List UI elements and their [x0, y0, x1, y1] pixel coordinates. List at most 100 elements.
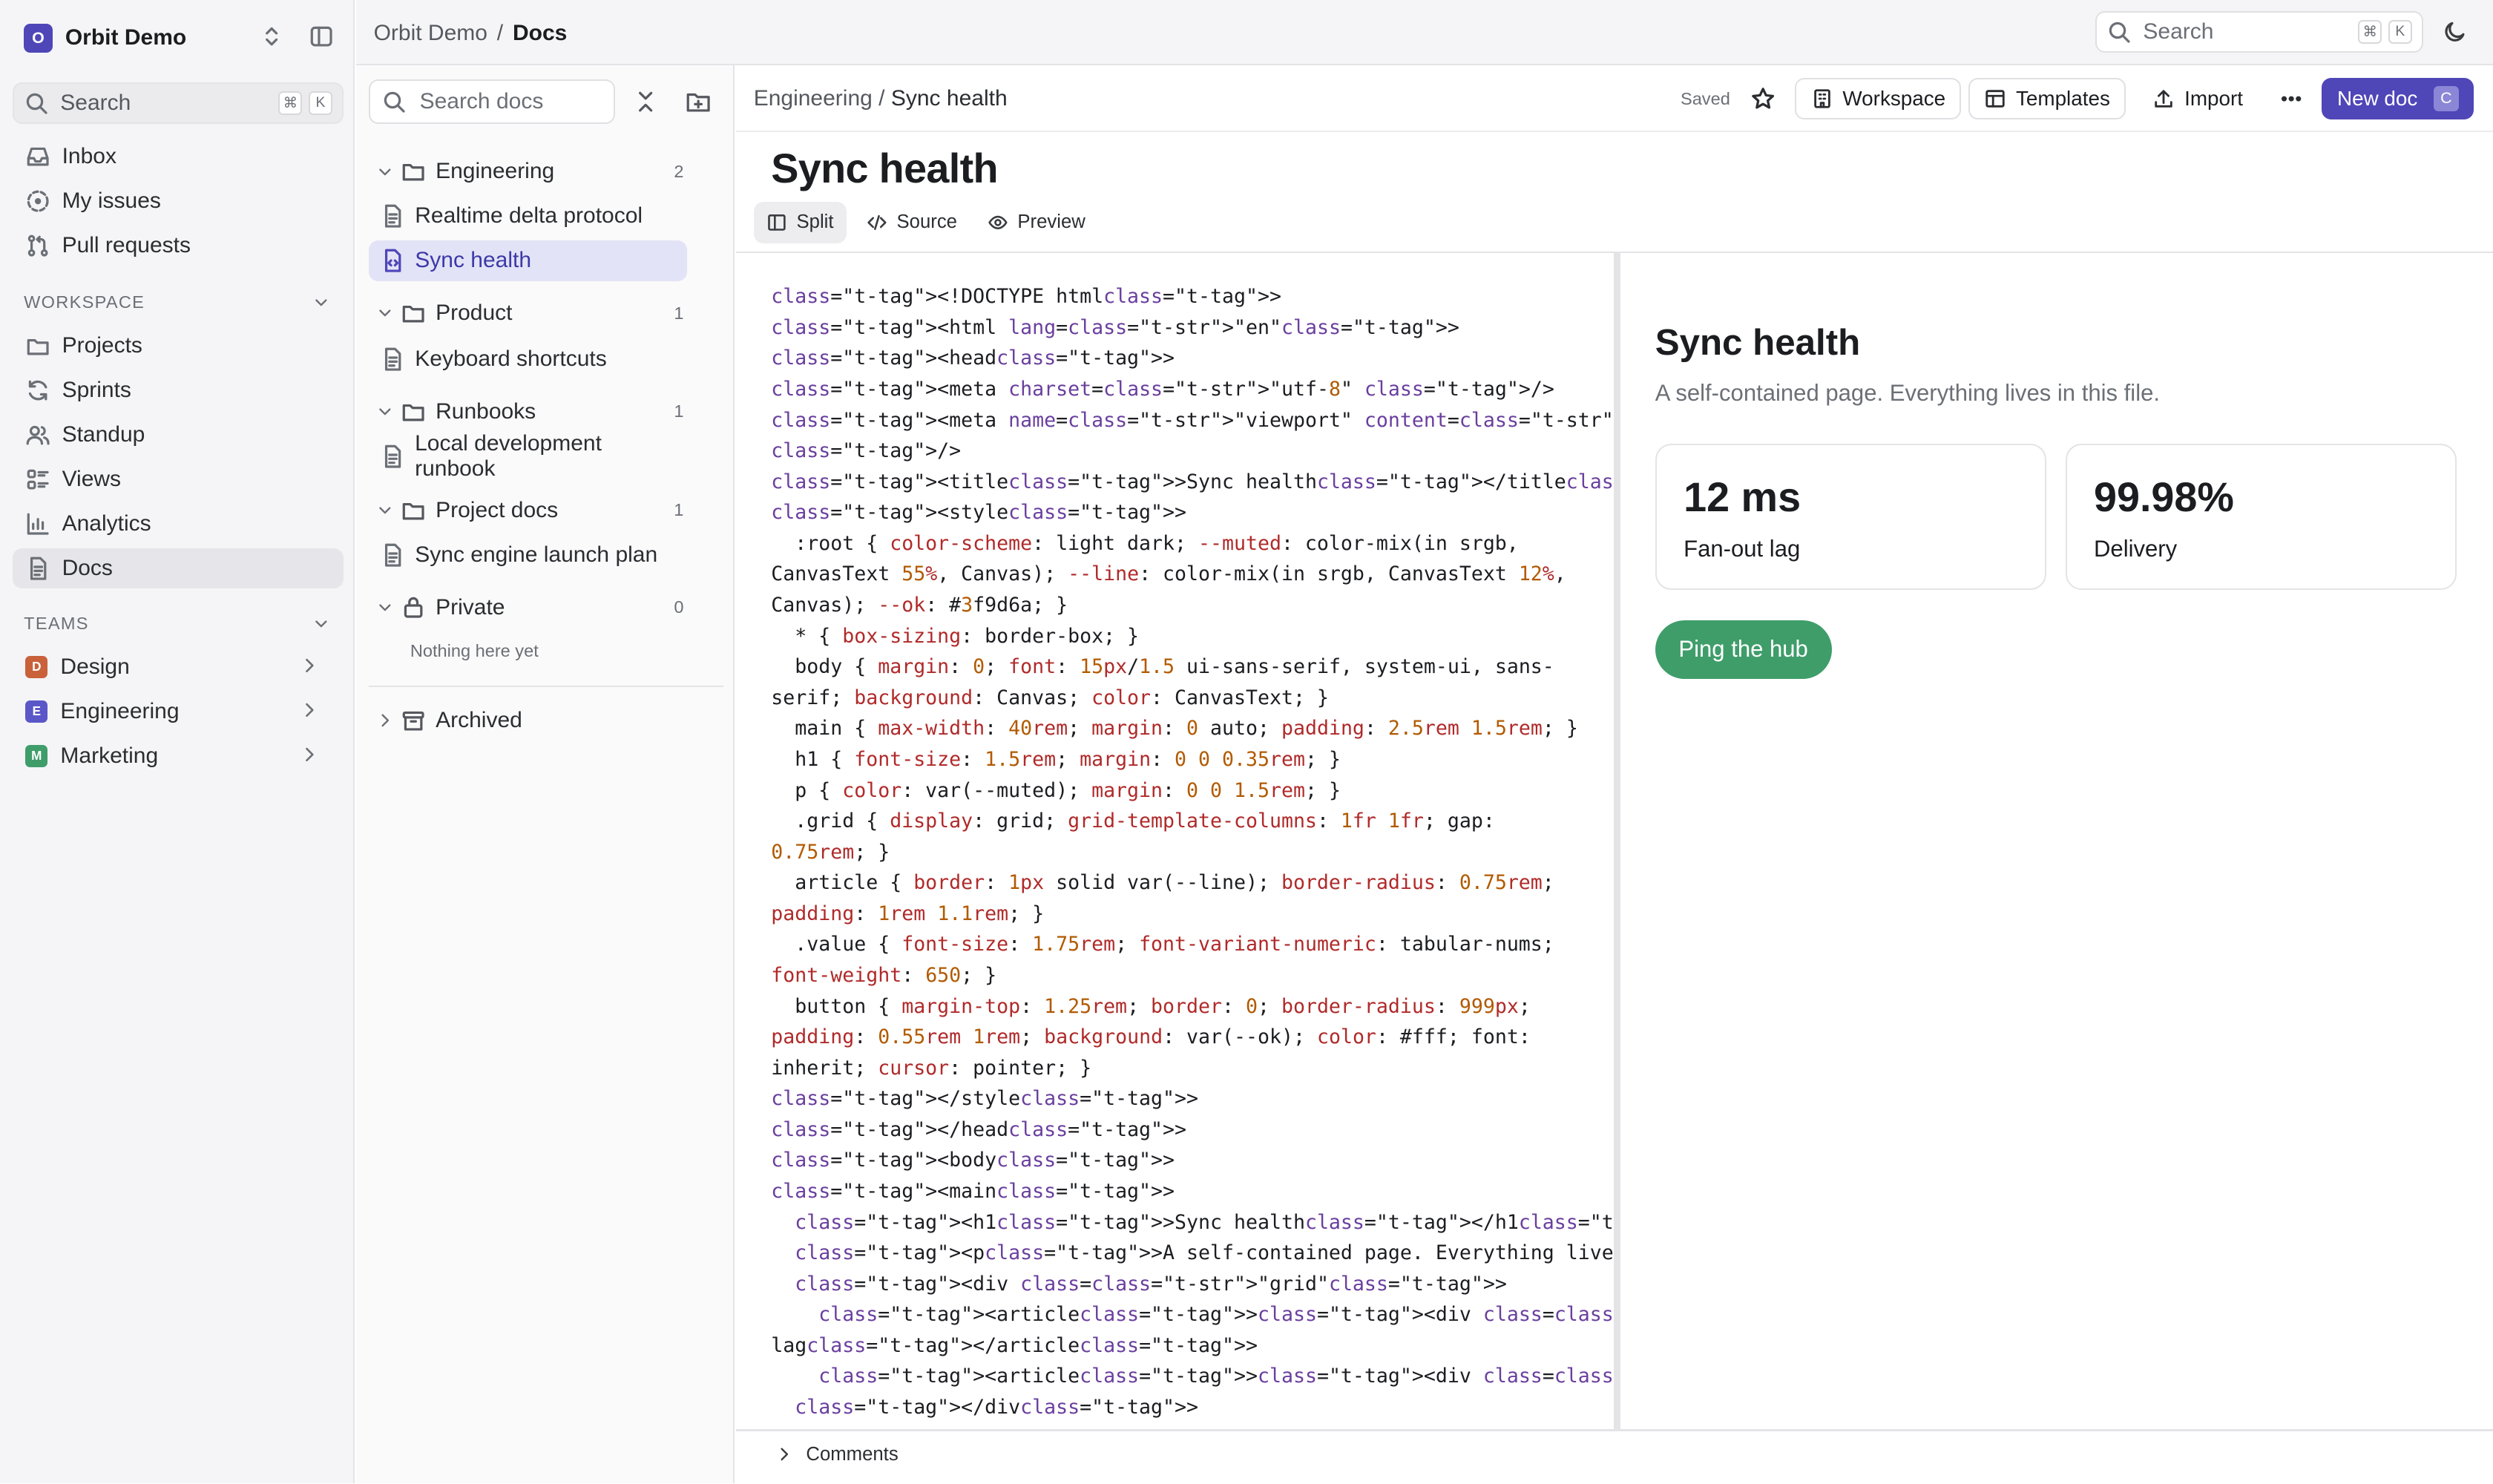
- tab-label: Split: [796, 211, 834, 233]
- code-line: 0.75rem; }: [771, 840, 890, 864]
- document-icon: [30, 556, 47, 580]
- code-line: inherit; cursor: pointer; }: [771, 1056, 1092, 1080]
- sidebar-item-docs[interactable]: Docs: [13, 548, 344, 588]
- sidebar-item-sprints[interactable]: Sprints: [13, 370, 344, 410]
- code-line: p { color: var(--muted); margin: 0 0 1.5…: [771, 778, 1341, 802]
- code-line: class="t-tag"></styleclass="t-tag">>: [771, 1087, 1199, 1111]
- tab-preview[interactable]: Preview: [975, 202, 1098, 243]
- code-line: font-weight: 650; }: [771, 963, 997, 987]
- views-icon: [27, 469, 49, 490]
- new-folder-icon[interactable]: [686, 89, 711, 121]
- new-doc-shortcut: C: [2433, 85, 2460, 111]
- ping-hub-button[interactable]: Ping the hub: [1655, 620, 1832, 679]
- folder-engineering[interactable]: Engineering 2: [375, 154, 694, 189]
- search-icon: [2109, 22, 2130, 43]
- sidebar-item-label: Projects: [62, 333, 142, 358]
- workspace-section-label: WORKSPACE: [24, 292, 145, 312]
- code-line: class="t-tag"><articleclass="t-tag">>cla…: [818, 1303, 1614, 1327]
- doc-title: Sync health: [415, 248, 532, 273]
- breadcrumb-workspace[interactable]: Orbit Demo: [374, 21, 487, 46]
- docs-tree-panel: Search docs Engineering 2 Realtime delta…: [356, 65, 735, 1484]
- sidebar-item-analytics[interactable]: Analytics: [13, 504, 344, 544]
- archived-section[interactable]: Archived: [375, 703, 694, 738]
- tab-split[interactable]: Split: [753, 202, 847, 243]
- code-line: body { margin: 0; font: 15px/1.5 ui-sans…: [771, 655, 1554, 679]
- tab-source[interactable]: Source: [854, 202, 970, 243]
- folder-count: 0: [674, 597, 684, 617]
- doc-breadcrumb-parent[interactable]: Engineering: [754, 86, 873, 111]
- doc-title: Local development runbook: [415, 430, 602, 481]
- chevron-right-icon: [305, 703, 314, 717]
- sidebar-item-pull-requests[interactable]: Pull requests: [13, 226, 344, 266]
- new-doc-button[interactable]: New doc C: [2321, 77, 2474, 119]
- team-label: Engineering: [60, 698, 180, 723]
- star-icon[interactable]: [1750, 86, 1776, 118]
- chart-icon: [27, 513, 49, 535]
- sidebar-item-standup[interactable]: Standup: [13, 415, 344, 455]
- doc-item[interactable]: Local development runbook: [369, 431, 687, 481]
- sidebar-team-design[interactable]: D Design: [13, 647, 344, 687]
- docs-search-input[interactable]: Search docs: [369, 79, 616, 125]
- folder-product[interactable]: Product 1: [375, 296, 694, 331]
- folder-project-docs[interactable]: Project docs 1: [375, 493, 683, 528]
- workspace-button[interactable]: Workspace: [1795, 77, 1962, 119]
- more-options-icon[interactable]: [2279, 86, 2304, 118]
- code-line: class="t-tag">/>: [771, 439, 962, 463]
- preview-subtitle: A self-contained page. Everything lives …: [1655, 380, 2160, 407]
- team-badge: E: [25, 700, 48, 723]
- code-line: class="t-tag"><mainclass="t-tag">>: [771, 1180, 1175, 1204]
- teams-section-label: TEAMS: [24, 614, 89, 634]
- lock-icon: [404, 597, 423, 619]
- preview-metric-card: 99.98% Delivery: [2065, 443, 2457, 590]
- folder-runbooks[interactable]: Runbooks 1: [375, 394, 694, 429]
- chevron-up-down-icon[interactable]: [259, 24, 284, 56]
- code-line: padding: 1rem 1.1rem; }: [771, 902, 1045, 925]
- sidebar-toggle-icon[interactable]: [309, 24, 334, 56]
- folder-count: 1: [674, 401, 684, 421]
- folder-icon: [402, 502, 424, 520]
- sidebar-item-views[interactable]: Views: [13, 459, 344, 499]
- doc-item[interactable]: Keyboard shortcuts: [369, 338, 687, 380]
- code-line: class="t-tag"><meta charset=class="t-str…: [771, 377, 1554, 401]
- sidebar-item-my-issues[interactable]: My issues: [13, 181, 344, 221]
- comments-toggle[interactable]: Comments: [775, 1444, 899, 1465]
- doc-breadcrumb-separator: /: [878, 85, 885, 111]
- source-code[interactable]: class="t-tag"><!DOCTYPE htmlclass="t-tag…: [771, 281, 1614, 1422]
- folder-count: 1: [674, 500, 684, 520]
- sidebar-team-marketing[interactable]: M Marketing: [13, 736, 344, 776]
- chevron-down-icon: [378, 309, 391, 317]
- global-search[interactable]: Search ⌘ K: [2095, 11, 2423, 53]
- templates-button[interactable]: Templates: [1968, 77, 2126, 119]
- code-line: class="t-tag"><div class=class="t-str">"…: [795, 1272, 1507, 1296]
- doc-editor-area: Engineering / Sync health Saved Workspac…: [736, 65, 2493, 1484]
- teams-section-header[interactable]: TEAMS: [24, 614, 331, 634]
- sprint-icon: [29, 380, 47, 401]
- sidebar-item-projects[interactable]: Projects: [13, 326, 344, 366]
- code-line: article { border: 1px solid var(--line);…: [771, 871, 1554, 895]
- metric-value: 99.98%: [2093, 474, 2234, 521]
- folder-private[interactable]: Private 0: [375, 590, 694, 625]
- doc-item[interactable]: Realtime delta protocol: [369, 196, 687, 237]
- doc-title[interactable]: Sync health: [771, 145, 998, 192]
- sidebar-search[interactable]: Search ⌘ K: [13, 82, 344, 125]
- code-line: .grid { display: grid; grid-template-col…: [771, 810, 1495, 833]
- code-line: class="t-tag"><headclass="t-tag">>: [771, 347, 1175, 370]
- source-editor[interactable]: class="t-tag"><!DOCTYPE htmlclass="t-tag…: [736, 253, 1614, 1430]
- workspace-switcher[interactable]: O Orbit Demo: [24, 22, 342, 54]
- moon-icon[interactable]: [2442, 19, 2467, 51]
- code-line: class="t-tag"><meta name=class="t-str">"…: [771, 408, 1614, 432]
- sidebar-item-inbox[interactable]: Inbox: [13, 137, 344, 177]
- sidebar-team-engineering[interactable]: E Engineering: [13, 692, 344, 732]
- code-line: lagclass="t-tag"></articleclass="t-tag">…: [771, 1333, 1258, 1357]
- split-resize-handle[interactable]: [1613, 252, 1620, 1430]
- chevron-down-icon: [378, 408, 391, 416]
- save-status: Saved: [1680, 88, 1730, 108]
- import-button[interactable]: Import: [2136, 77, 2259, 119]
- doc-item[interactable]: Sync engine launch plan: [369, 534, 687, 576]
- collapse-all-icon[interactable]: [633, 89, 658, 121]
- code-line: class="t-tag"></divclass="t-tag">>: [795, 1396, 1199, 1419]
- divider: [736, 1429, 2493, 1431]
- doc-item-active[interactable]: Sync health: [369, 240, 687, 282]
- workspace-section-header[interactable]: WORKSPACE: [24, 292, 331, 312]
- workspace-button-label: Workspace: [1842, 86, 1946, 110]
